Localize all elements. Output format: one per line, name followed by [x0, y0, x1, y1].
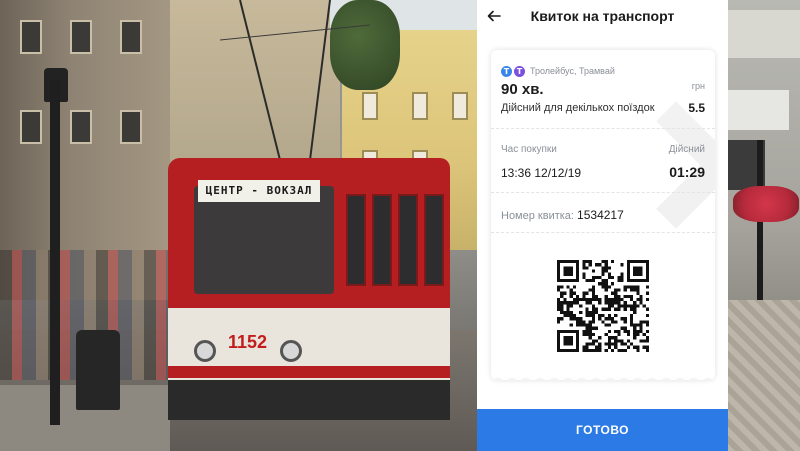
purchase-time-label: Час покупки [501, 144, 557, 155]
ticket-validity: Дійсний для декількох поїздок [501, 102, 655, 114]
ticket-number-row: Номер квитка: 1534217 [501, 208, 624, 222]
tram-windscreen [194, 186, 334, 294]
ticket-number-label: Номер квитка: [501, 210, 574, 222]
tram-headlight [194, 340, 216, 362]
ticket-price: 5.5 [688, 101, 705, 115]
transport-types-label: Тролейбус, Трамвай [530, 66, 615, 76]
ticket-duration: 90 хв. [501, 81, 544, 98]
top-bar: Квиток на транспорт [477, 0, 728, 36]
ticket-number: 1534217 [577, 208, 624, 222]
qr-code-icon [557, 260, 649, 352]
trolleybus-icon: T [501, 65, 512, 77]
flower-basket [733, 186, 799, 222]
pavement [727, 300, 800, 451]
street-lamp [50, 80, 60, 425]
done-button[interactable]: ГОТОВО [477, 409, 728, 451]
currency-label: грн [691, 81, 705, 91]
purchase-time: 13:36 12/12/19 [501, 166, 582, 180]
divider [491, 232, 715, 233]
valid-label: Дійсний [668, 144, 705, 155]
page-title: Квиток на транспорт [530, 8, 675, 24]
divider [491, 192, 715, 193]
tram-destination-sign: ЦЕНТР - ВОКЗАЛ [198, 180, 320, 202]
overhead-wires [220, 0, 370, 160]
tram-icon: T [514, 65, 525, 77]
transport-types: T T Тролейбус, Трамвай [501, 64, 615, 78]
background-photo-right [727, 0, 800, 451]
ticket-screen: Квиток на транспорт T T Тролейбус, Трамв… [477, 0, 728, 451]
background-photo-left: ЦЕНТР - ВОКЗАЛ 1152 [0, 0, 477, 451]
tram-skirt [168, 380, 450, 420]
remaining-time: 01:29 [669, 164, 705, 180]
trash-bin [76, 330, 120, 410]
ticket-card: T T Тролейбус, Трамвай 90 хв. грн Дійсни… [491, 50, 715, 380]
tram-headlight [280, 340, 302, 362]
ticket-perforation [491, 370, 715, 380]
tram-number: 1152 [228, 332, 268, 352]
divider [491, 128, 715, 129]
tram: ЦЕНТР - ВОКЗАЛ 1152 [168, 158, 450, 420]
